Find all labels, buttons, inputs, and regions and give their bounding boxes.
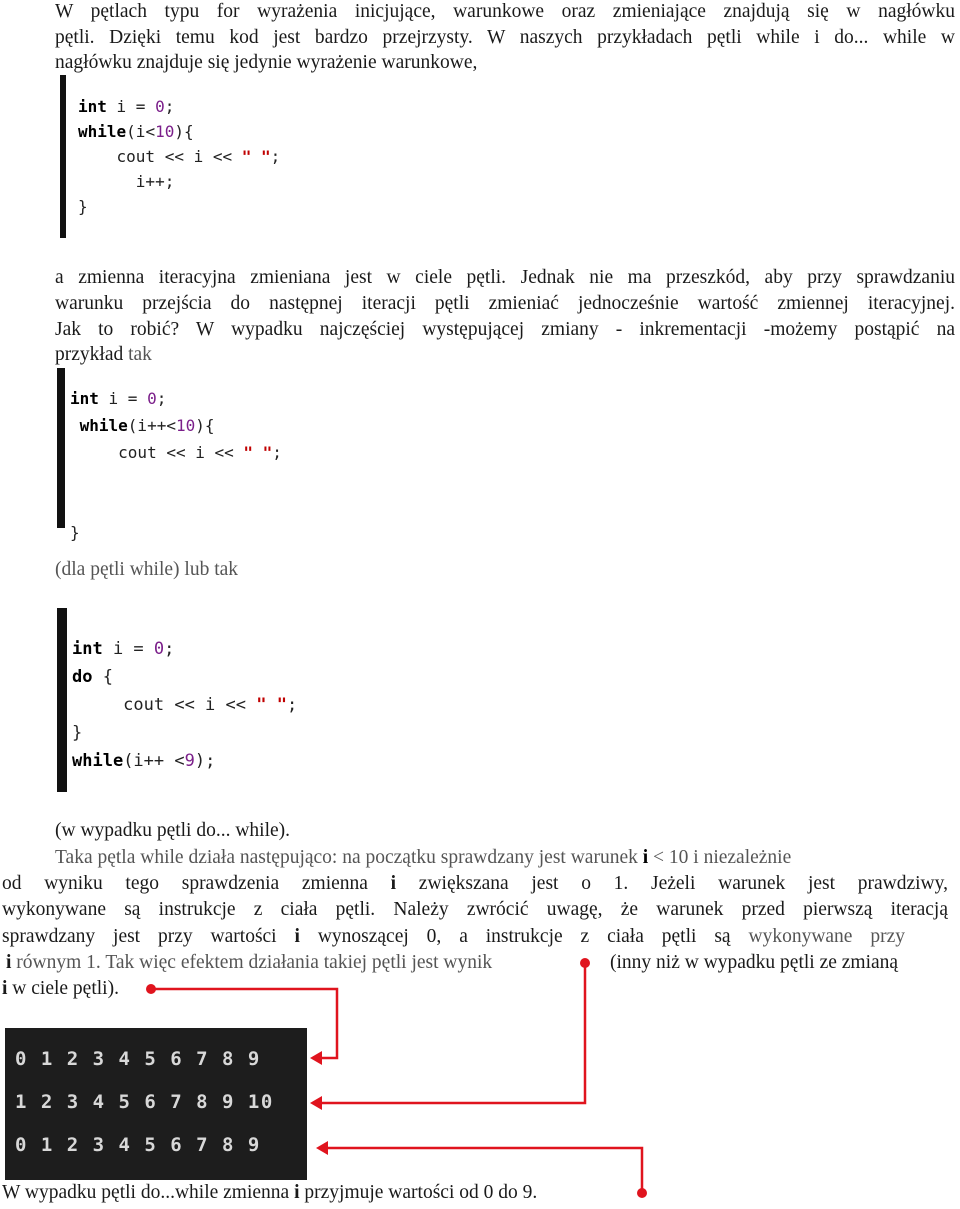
arrow-dot-3 [637, 1188, 647, 1198]
arrow-dot-2 [580, 958, 590, 968]
arrow-head-3 [316, 1141, 328, 1155]
arrow-line-2 [318, 963, 587, 1105]
callout-arrows [146, 958, 647, 1198]
arrow-head-2 [310, 1096, 322, 1110]
arrow-dot-1 [146, 984, 156, 994]
arrow-head-1 [310, 1051, 322, 1065]
arrow-line-1 [152, 987, 339, 1060]
arrow-line-3 [324, 1146, 644, 1193]
